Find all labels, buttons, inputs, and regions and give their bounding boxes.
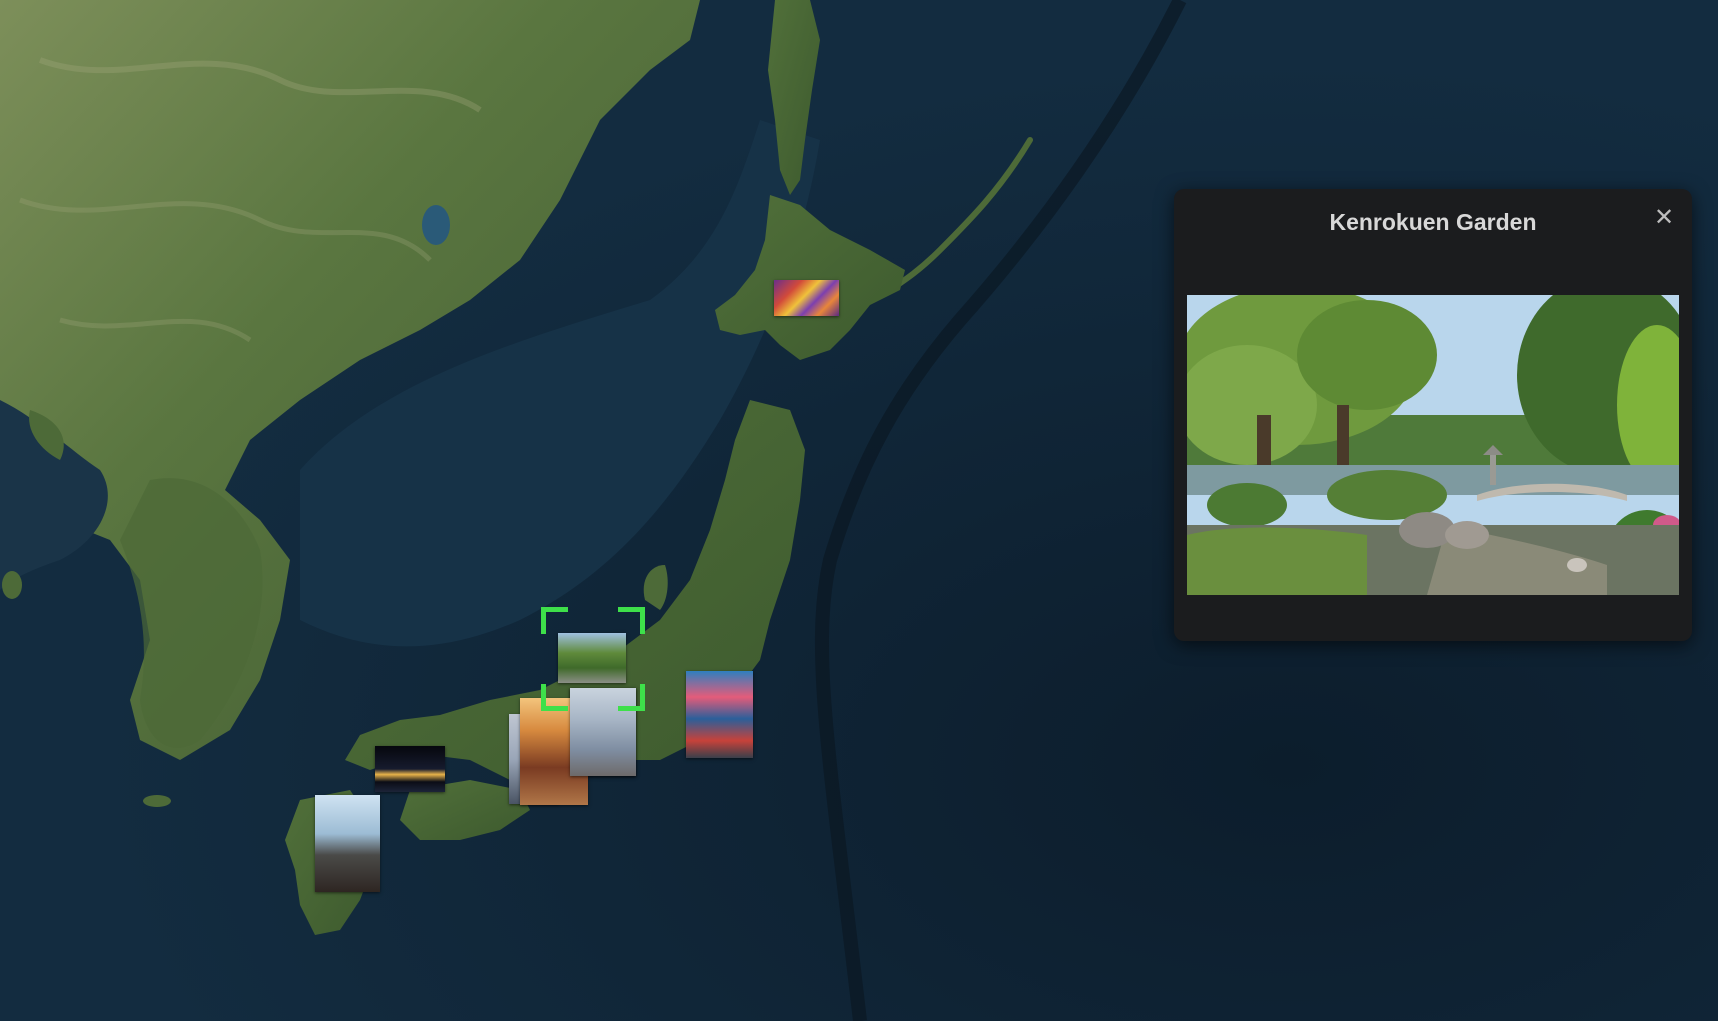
map-marker-tower-front[interactable] <box>570 688 636 776</box>
map-marker-flowers[interactable] <box>774 280 839 316</box>
map-marker-night-city[interactable] <box>375 746 445 792</box>
map-marker-market[interactable] <box>686 671 753 758</box>
map-marker-volcano[interactable] <box>315 795 380 892</box>
map-marker-garden[interactable] <box>558 633 626 683</box>
jeju-island <box>143 795 171 807</box>
popup-title: Kenrokuen Garden <box>1329 209 1537 235</box>
garden-pond-photo <box>1187 295 1679 595</box>
close-icon[interactable]: ✕ <box>1650 203 1678 231</box>
lake <box>422 205 450 245</box>
location-popup: Kenrokuen Garden ✕ <box>1174 189 1692 641</box>
